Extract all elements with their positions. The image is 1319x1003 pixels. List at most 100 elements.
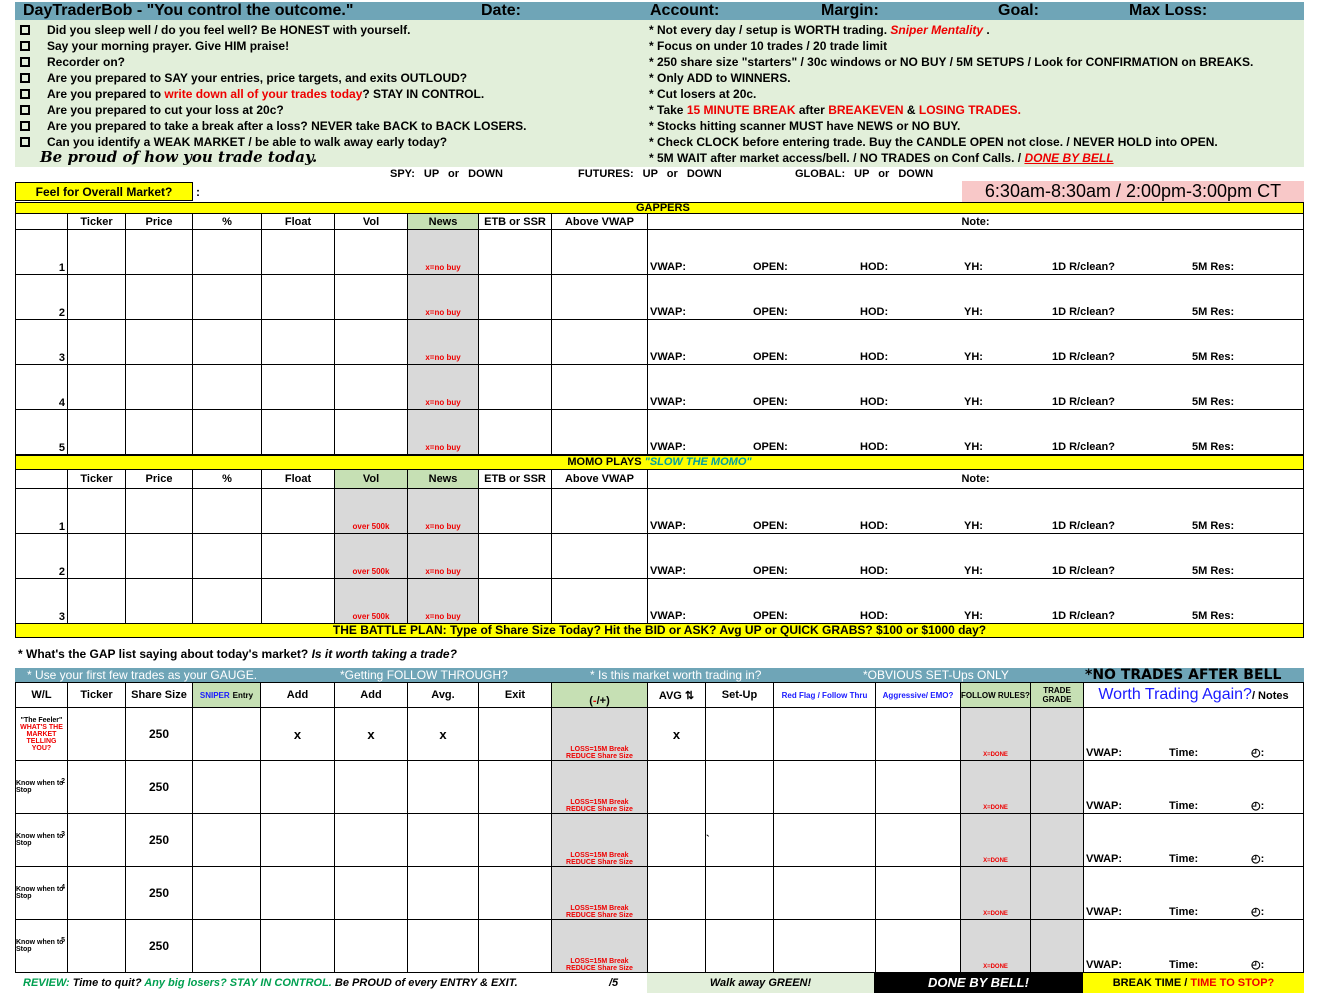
vol-cell[interactable]: over 500k: [334, 488, 408, 534]
note-cell[interactable]: VWAP: OPEN: HOD: YH: 1D R/clean? 5M Res:: [647, 409, 1304, 455]
news-cell[interactable]: x=no buy: [407, 488, 479, 534]
cell[interactable]: [478, 919, 552, 973]
notes-cell[interactable]: VWAP: Time: ◴:: [1083, 707, 1304, 761]
account-label[interactable]: Account:: [650, 2, 719, 20]
cell[interactable]: [125, 409, 193, 455]
cell[interactable]: [334, 364, 408, 410]
wl-cell[interactable]: Know when to Stop 3: [15, 813, 68, 867]
max-loss-label[interactable]: Max Loss:: [1129, 2, 1207, 20]
checkbox-icon[interactable]: [20, 89, 30, 99]
cell[interactable]: [67, 274, 126, 320]
cell[interactable]: [192, 866, 261, 920]
cell[interactable]: [192, 274, 262, 320]
cell[interactable]: [67, 707, 126, 761]
checkbox-icon[interactable]: [20, 41, 30, 51]
pl-cell[interactable]: LOSS=15M Break REDUCE Share Size: [551, 813, 648, 867]
share-size-cell[interactable]: 250: [125, 866, 193, 920]
pl-cell[interactable]: LOSS=15M Break REDUCE Share Size: [551, 919, 648, 973]
date-label[interactable]: Date:: [481, 2, 521, 20]
wl-cell[interactable]: Know when to Stop 5: [15, 919, 68, 973]
row-number[interactable]: 1: [15, 229, 68, 275]
review-score[interactable]: /5: [609, 973, 618, 993]
cell[interactable]: [773, 813, 876, 867]
checklist-item[interactable]: Recorder on?: [20, 54, 125, 70]
note-cell[interactable]: VWAP: OPEN: HOD: YH: 1D R/clean? 5M Res:: [647, 319, 1304, 365]
cell[interactable]: [261, 488, 335, 534]
cell[interactable]: [192, 707, 261, 761]
cell[interactable]: [551, 364, 648, 410]
margin-label[interactable]: Margin:: [821, 2, 879, 20]
cell[interactable]: [875, 866, 961, 920]
cell[interactable]: [125, 488, 193, 534]
cell[interactable]: [705, 866, 774, 920]
x-mark[interactable]: x: [334, 707, 408, 761]
follow-rules-cell[interactable]: X=DONE: [960, 866, 1031, 920]
share-size-cell[interactable]: 250: [125, 707, 193, 761]
row-number[interactable]: 4: [15, 364, 68, 410]
pl-cell[interactable]: LOSS=15M Break REDUCE Share Size: [551, 707, 648, 761]
news-cell[interactable]: x=no buy: [407, 274, 479, 320]
cell[interactable]: [773, 760, 876, 814]
cell[interactable]: [478, 488, 552, 534]
vol-cell[interactable]: over 500k: [334, 578, 408, 624]
cell[interactable]: [773, 866, 876, 920]
cell[interactable]: [67, 488, 126, 534]
trade-grade-cell[interactable]: [1030, 919, 1084, 973]
checklist-item[interactable]: Are you prepared to take a break after a…: [20, 118, 526, 134]
cell[interactable]: [478, 578, 552, 624]
checkbox-icon[interactable]: [20, 73, 30, 83]
cell[interactable]: [67, 919, 126, 973]
cell[interactable]: [192, 813, 261, 867]
share-size-cell[interactable]: 250: [125, 813, 193, 867]
cell[interactable]: [478, 533, 552, 579]
follow-rules-cell[interactable]: X=DONE: [960, 707, 1031, 761]
cell[interactable]: [261, 364, 335, 410]
row-number[interactable]: 5: [15, 409, 68, 455]
news-cell[interactable]: x=no buy: [407, 364, 479, 410]
trade-grade-cell[interactable]: [1030, 707, 1084, 761]
cell[interactable]: [773, 919, 876, 973]
cell[interactable]: [334, 813, 408, 867]
cell[interactable]: [125, 274, 193, 320]
cell[interactable]: [125, 578, 193, 624]
checkbox-icon[interactable]: [20, 121, 30, 131]
row-number[interactable]: 3: [15, 319, 68, 365]
checkbox-icon[interactable]: [20, 137, 30, 147]
cell[interactable]: [551, 409, 648, 455]
row-number[interactable]: 1: [15, 488, 68, 534]
trade-grade-cell[interactable]: [1030, 866, 1084, 920]
stray-mark[interactable]: `: [705, 813, 774, 867]
cell[interactable]: [260, 919, 335, 973]
follow-rules-cell[interactable]: X=DONE: [960, 813, 1031, 867]
cell[interactable]: [67, 229, 126, 275]
checklist-item[interactable]: Are you prepared to cut your loss at 20c…: [20, 102, 284, 118]
trade-grade-cell[interactable]: [1030, 813, 1084, 867]
cell[interactable]: [67, 364, 126, 410]
global-direction[interactable]: GLOBAL: UP or DOWN: [795, 168, 933, 180]
notes-cell[interactable]: VWAP: Time: ◴:: [1083, 919, 1304, 973]
cell[interactable]: [125, 364, 193, 410]
checkbox-icon[interactable]: [20, 105, 30, 115]
feel-market-input[interactable]: :: [196, 185, 200, 199]
notes-cell[interactable]: VWAP: Time: ◴:: [1083, 760, 1304, 814]
cell[interactable]: [478, 866, 552, 920]
cell[interactable]: [407, 866, 479, 920]
note-cell[interactable]: VWAP: OPEN: HOD: YH: 1D R/clean? 5M Res:: [647, 533, 1304, 579]
row-number[interactable]: 2: [15, 533, 68, 579]
cell[interactable]: [192, 319, 262, 365]
share-size-cell[interactable]: 250: [125, 919, 193, 973]
cell[interactable]: [334, 319, 408, 365]
cell[interactable]: [334, 409, 408, 455]
note-cell[interactable]: VWAP: OPEN: HOD: YH: 1D R/clean? 5M Res:: [647, 274, 1304, 320]
cell[interactable]: [407, 919, 479, 973]
cell[interactable]: [478, 274, 552, 320]
cell[interactable]: [260, 760, 335, 814]
row-number[interactable]: 3: [15, 578, 68, 624]
cell[interactable]: [125, 229, 193, 275]
checklist-item[interactable]: Are you prepared to write down all of yo…: [20, 86, 484, 102]
cell[interactable]: [705, 760, 774, 814]
checklist-item[interactable]: Did you sleep well / do you feel well? B…: [20, 22, 410, 38]
news-cell[interactable]: x=no buy: [407, 533, 479, 579]
checklist-item[interactable]: Are you prepared to SAY your entries, pr…: [20, 70, 467, 86]
x-mark[interactable]: x: [647, 707, 706, 761]
